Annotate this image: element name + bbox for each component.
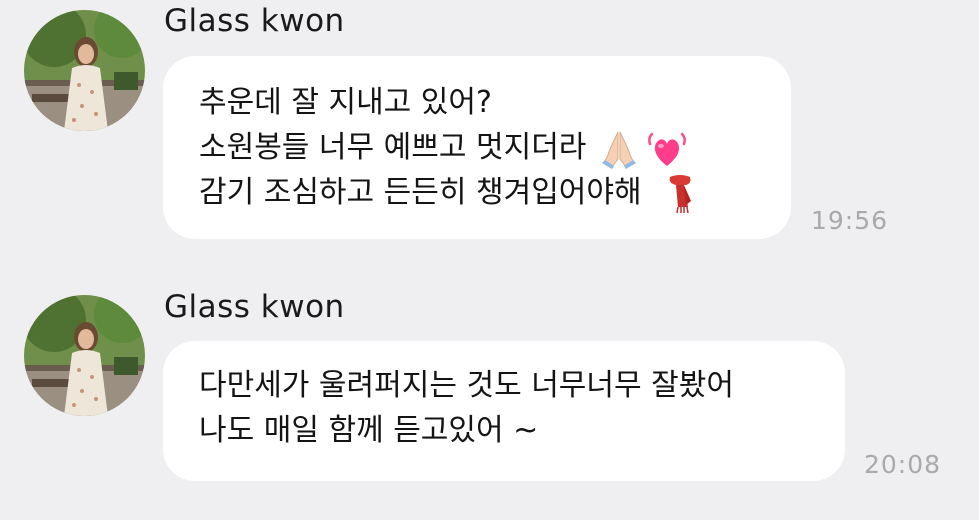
sender-name: Glass kwon [164,3,345,39]
message-line: 추운데 잘 지내고 있어? [199,85,492,120]
sender-name: Glass kwon [164,289,345,325]
timestamp: 20:08 [864,450,942,479]
avatar[interactable] [24,10,145,131]
message-line: 나도 매일 함께 듣고있어 ~ [199,413,539,448]
message-line: 다만세가 울려퍼지는 것도 너무너무 잘봤어 [199,368,734,403]
beating-heart-emoji [644,128,690,170]
timestamp: 19:56 [811,206,889,235]
message-line: 감기 조심하고 든든히 챙겨입어야해 [199,170,791,215]
chat-message: Glass kwon 다만세가 울려퍼지는 것도 너무너무 잘봤어 나도 매일 … [0,285,979,520]
message-bubble[interactable]: 다만세가 울려퍼지는 것도 너무너무 잘봤어 나도 매일 함께 듣고있어 ~ [163,341,845,481]
chat-message: Glass kwon 추운데 잘 지내고 있어? 소원봉들 너무 예쁘고 멋지더… [0,0,979,260]
message-bubble[interactable]: 추운데 잘 지내고 있어? 소원봉들 너무 예쁘고 멋지더라 감기 조심하고 든… [163,56,791,239]
avatar[interactable] [24,295,145,416]
folded-hands-emoji [600,129,638,169]
message-line: 소원봉들 너무 예쁘고 멋지더라 [199,125,791,170]
scarf-emoji [664,173,696,215]
